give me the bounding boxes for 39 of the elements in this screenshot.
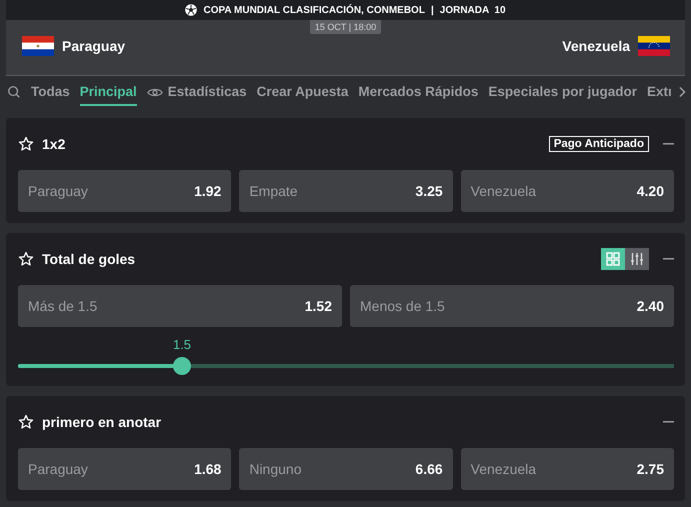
star-icon[interactable] [18,414,34,430]
slider-thumb[interactable] [173,357,191,375]
separator: | [430,4,434,16]
flag-icon [638,36,670,56]
competition-name: COPA MUNDIAL CLASIFICACIÓN, CONMEBOL [203,4,425,16]
star-icon[interactable] [18,251,34,267]
market-title: Total de goles [42,251,136,267]
odds-button[interactable]: Empate 3.25 [239,170,453,212]
odds-button[interactable]: Ninguno 6.66 [239,448,453,490]
market-title: primero en anotar [42,414,162,430]
sliders-icon [630,252,644,266]
soccer-ball-icon [185,4,198,16]
tab[interactable]: Mercados Rápidos [358,78,478,106]
away-team: Venezuela [562,38,630,54]
market-title: 1x2 [42,136,66,152]
odds-button[interactable]: Paraguay 1.92 [18,170,232,212]
tab[interactable]: Extı [646,78,672,106]
eye-icon [146,86,163,98]
early-payout-badge: Pago Anticipado [548,136,649,152]
tab[interactable]: Crear Apuesta [256,78,348,106]
grid-icon [606,252,620,266]
tab[interactable]: Todas [31,78,70,106]
chevron-right-icon[interactable] [678,86,686,98]
odds-button[interactable]: Más de 1.5 1.52 [18,285,342,327]
home-team: Paraguay [62,38,126,54]
slider-value: 1.5 [172,337,192,352]
odds-button[interactable]: Venezuela 2.75 [460,448,674,490]
search-icon[interactable] [7,85,21,99]
round-label: JORNADA 10 [440,4,506,16]
match-datetime: 15 OCT | 18:00 [310,20,382,34]
tab[interactable]: Estadísticas [168,78,247,106]
slider-view-button[interactable] [625,248,649,270]
tab[interactable]: Principal [80,78,137,106]
tab[interactable]: Especiales por jugador [488,78,637,106]
odds-button[interactable]: Paraguay 1.68 [18,448,232,490]
flag-icon [22,36,54,56]
odds-button[interactable]: Venezuela 4.20 [460,170,674,212]
odds-button[interactable]: Menos de 1.5 2.40 [350,285,674,327]
star-icon[interactable] [18,136,34,152]
